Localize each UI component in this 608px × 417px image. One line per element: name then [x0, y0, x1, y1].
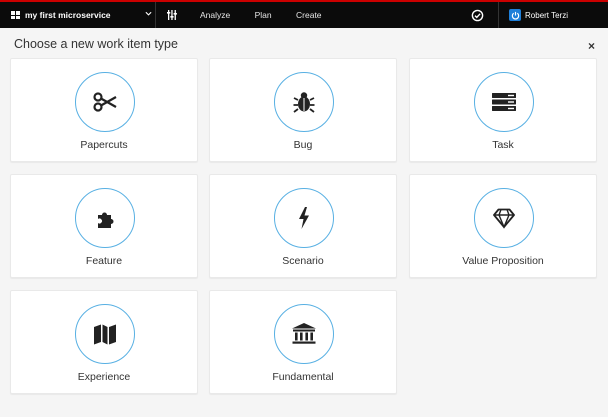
work-item-type-scenario[interactable]: Scenario [209, 174, 397, 278]
card-label: Fundamental [272, 371, 334, 383]
card-label: Task [492, 139, 514, 151]
work-item-type-fundamental[interactable]: Fundamental [209, 290, 397, 394]
institution-icon [274, 304, 334, 364]
nav-analyze[interactable]: Analyze [200, 10, 230, 20]
card-label: Experience [77, 371, 131, 383]
card-label: Papercuts [80, 139, 128, 151]
work-item-type-experience[interactable]: Experience [10, 290, 198, 394]
puzzle-icon [75, 188, 135, 248]
nav-plan[interactable]: Plan [255, 10, 272, 20]
card-label: Value Proposition [462, 255, 544, 267]
dialog-title: Choose a new work item type [14, 37, 178, 51]
work-item-type-task[interactable]: Task [409, 58, 597, 162]
card-label: Scenario [282, 255, 324, 267]
main-nav: Analyze Plan Create [200, 10, 344, 20]
work-item-type-papercuts[interactable]: Papercuts [10, 58, 198, 162]
bug-icon [274, 72, 334, 132]
context-switcher[interactable]: my first microservice [0, 2, 156, 28]
bolt-icon [274, 188, 334, 248]
work-item-type-value-proposition[interactable]: Value Proposition [409, 174, 597, 278]
diamond-icon [474, 188, 534, 248]
server-stack-icon [474, 72, 534, 132]
check-circle-icon[interactable] [471, 9, 484, 22]
top-navigation-bar: my first microservice Analyze Plan Creat… [0, 0, 608, 28]
user-name: Robert Terzi [525, 10, 568, 20]
close-icon[interactable]: × [588, 39, 595, 53]
new-work-item-dialog: Choose a new work item type × Papercuts … [0, 28, 608, 417]
grid-icon [11, 11, 20, 19]
nav-create[interactable]: Create [296, 10, 322, 20]
map-icon [75, 304, 135, 364]
avatar [509, 9, 522, 21]
chevron-down-icon [145, 11, 152, 16]
work-item-type-bug[interactable]: Bug [209, 58, 397, 162]
context-title: my first microservice [25, 10, 111, 20]
card-label: Bug [293, 139, 313, 151]
work-item-type-feature[interactable]: Feature [10, 174, 198, 278]
power-icon [511, 11, 519, 19]
scissors-icon [75, 72, 135, 132]
user-menu[interactable]: Robert Terzi [498, 2, 608, 28]
filters-icon[interactable] [166, 9, 178, 21]
card-label: Feature [85, 255, 123, 267]
